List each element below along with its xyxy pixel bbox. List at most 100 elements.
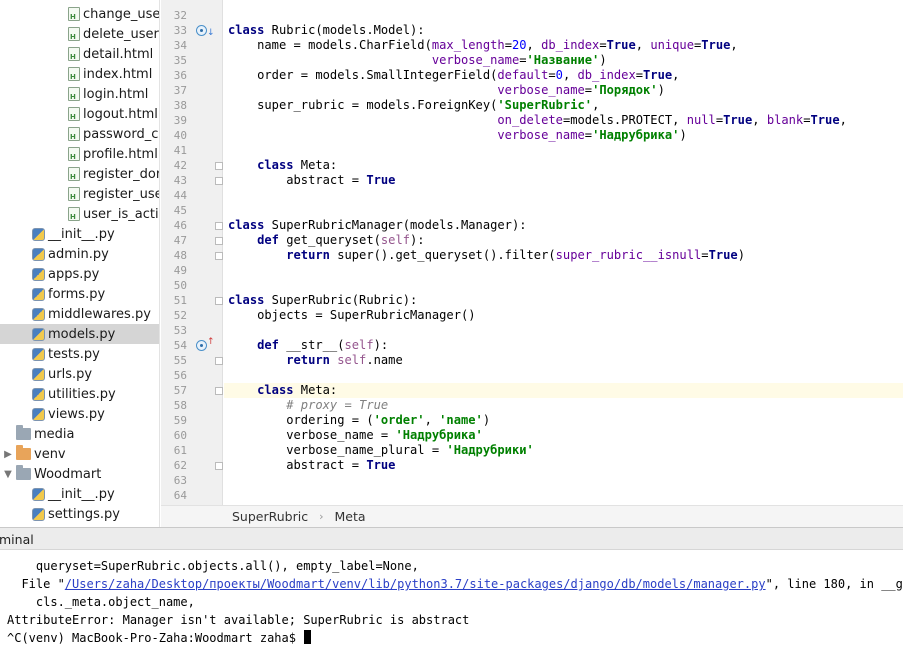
line-number[interactable]: 46 — [161, 218, 187, 233]
code-line[interactable]: class SuperRubric(Rubric): — [228, 293, 417, 308]
line-number[interactable]: 54 — [161, 338, 187, 353]
chevron-down-icon[interactable]: ▼ — [2, 469, 14, 480]
code-line[interactable]: abstract = True — [228, 173, 395, 188]
line-number[interactable]: 52 — [161, 308, 187, 323]
code-line[interactable]: verbose_name='Порядок') — [228, 83, 664, 98]
code-line[interactable]: class Meta: — [228, 158, 337, 173]
tree-item[interactable]: admin.py — [0, 244, 159, 264]
line-number[interactable]: 39 — [161, 113, 187, 128]
project-tree[interactable]: change_use delete_user. detail.html index.h… — [0, 0, 160, 527]
file-path-link[interactable]: /Users/zaha/Desktop/проекты/Woodmart/ven… — [65, 577, 766, 591]
line-number[interactable]: 32 — [161, 8, 187, 23]
fold-marker-icon[interactable] — [215, 222, 223, 230]
line-number[interactable]: 50 — [161, 278, 187, 293]
line-number[interactable]: 40 — [161, 128, 187, 143]
tree-item[interactable]: register_use — [0, 184, 159, 204]
tree-item[interactable]: forms.py — [0, 284, 159, 304]
code-line[interactable]: return super().get_queryset().filter(sup… — [228, 248, 745, 263]
line-number[interactable]: 61 — [161, 443, 187, 458]
tree-item[interactable]: delete_user. — [0, 24, 159, 44]
terminal-tab-label[interactable]: minal — [0, 528, 34, 551]
code-line[interactable]: def __str__(self): — [228, 338, 388, 353]
code-line[interactable]: super_rubric = models.ForeignKey('SuperR… — [228, 98, 599, 113]
line-number[interactable]: 49 — [161, 263, 187, 278]
editor-gutter[interactable]: 32 33 ↓ 34 35 36 37 38 39 40 41 42 43 44 45 46 47 48 49 50 5… — [161, 0, 223, 505]
code-line[interactable]: class Meta: — [224, 383, 903, 398]
tree-item[interactable]: detail.html — [0, 44, 159, 64]
code-line[interactable]: objects = SuperRubricManager() — [228, 308, 475, 323]
code-line[interactable]: on_delete=models.PROTECT, null=True, bla… — [228, 113, 847, 128]
terminal-output[interactable]: queryset=SuperRubric.objects.all(), empt… — [0, 550, 903, 664]
line-number[interactable]: 44 — [161, 188, 187, 203]
code-line[interactable]: ordering = ('order', 'name') — [228, 413, 490, 428]
tree-item[interactable]: models.py — [0, 324, 159, 344]
fold-marker-icon[interactable] — [215, 237, 223, 245]
line-number[interactable]: 62 — [161, 458, 187, 473]
fold-marker-icon[interactable] — [215, 357, 223, 365]
line-number[interactable]: 41 — [161, 143, 187, 158]
tree-item[interactable]: ▶ venv — [0, 444, 159, 464]
code-line[interactable]: order = models.SmallIntegerField(default… — [228, 68, 679, 83]
code-line[interactable]: verbose_name = 'Надрубрика' — [228, 428, 483, 443]
tree-item[interactable]: profile.html — [0, 144, 159, 164]
breadcrumb-item-meta[interactable]: Meta — [335, 509, 366, 524]
line-number[interactable]: 58 — [161, 398, 187, 413]
tree-item[interactable]: login.html — [0, 84, 159, 104]
tree-item[interactable]: utilities.py — [0, 384, 159, 404]
line-number[interactable]: 47 — [161, 233, 187, 248]
tree-item[interactable]: change_use — [0, 4, 159, 24]
line-number[interactable]: 48 — [161, 248, 187, 263]
fold-marker-icon[interactable] — [215, 297, 223, 305]
line-number[interactable]: 53 — [161, 323, 187, 338]
tree-item[interactable]: tests.py — [0, 344, 159, 364]
tree-item[interactable]: middlewares.py — [0, 304, 159, 324]
code-line[interactable]: verbose_name='Надрубрика') — [228, 128, 686, 143]
line-number[interactable]: 33 — [161, 23, 187, 38]
line-number[interactable]: 37 — [161, 83, 187, 98]
line-number[interactable]: 45 — [161, 203, 187, 218]
chevron-right-icon[interactable]: ▶ — [2, 449, 14, 460]
fold-marker-icon[interactable] — [215, 177, 223, 185]
line-number[interactable]: 43 — [161, 173, 187, 188]
tree-item[interactable]: register_dor — [0, 164, 159, 184]
tree-item[interactable]: urls.py — [0, 364, 159, 384]
overrides-marker-icon[interactable] — [196, 340, 207, 351]
line-number[interactable]: 34 — [161, 38, 187, 53]
tree-item[interactable]: media — [0, 424, 159, 444]
code-editor[interactable]: 32 33 ↓ 34 35 36 37 38 39 40 41 42 43 44 45 46 47 48 49 50 5… — [161, 0, 903, 505]
fold-marker-icon[interactable] — [215, 462, 223, 470]
line-number[interactable]: 57 — [161, 383, 187, 398]
code-line[interactable]: verbose_name_plural = 'Надрубрики' — [228, 443, 534, 458]
tree-item[interactable]: __init__.py — [0, 224, 159, 244]
code-line[interactable]: def get_queryset(self): — [228, 233, 424, 248]
line-number[interactable]: 51 — [161, 293, 187, 308]
line-number[interactable]: 63 — [161, 473, 187, 488]
tree-item[interactable]: password_c — [0, 124, 159, 144]
tree-item[interactable]: ▼ Woodmart — [0, 464, 159, 484]
line-number[interactable]: 35 — [161, 53, 187, 68]
fold-marker-icon[interactable] — [215, 162, 223, 170]
tree-item[interactable]: apps.py — [0, 264, 159, 284]
line-number[interactable]: 55 — [161, 353, 187, 368]
tree-item[interactable]: views.py — [0, 404, 159, 424]
code-line[interactable]: class Rubric(models.Model): — [228, 23, 425, 38]
tree-item[interactable]: __init__.py — [0, 484, 159, 504]
line-number[interactable]: 36 — [161, 68, 187, 83]
line-number[interactable]: 60 — [161, 428, 187, 443]
tree-item[interactable]: settings.py — [0, 504, 159, 524]
code-line[interactable]: verbose_name='Название') — [228, 53, 607, 68]
overridden-marker-icon[interactable] — [196, 25, 207, 36]
breadcrumb-item-superrubric[interactable]: SuperRubric — [232, 509, 308, 524]
code-line[interactable]: # proxy = True — [228, 398, 388, 413]
terminal-cursor[interactable] — [304, 630, 312, 644]
line-number[interactable]: 64 — [161, 488, 187, 503]
code-line[interactable]: class SuperRubricManager(models.Manager)… — [228, 218, 527, 233]
code-line[interactable]: abstract = True — [228, 458, 395, 473]
line-number[interactable]: 56 — [161, 368, 187, 383]
code-line[interactable]: return self.name — [228, 353, 403, 368]
tree-item[interactable]: logout.html — [0, 104, 159, 124]
line-number[interactable]: 59 — [161, 413, 187, 428]
line-number[interactable]: 38 — [161, 98, 187, 113]
fold-marker-icon[interactable] — [215, 387, 223, 395]
line-number[interactable]: 42 — [161, 158, 187, 173]
